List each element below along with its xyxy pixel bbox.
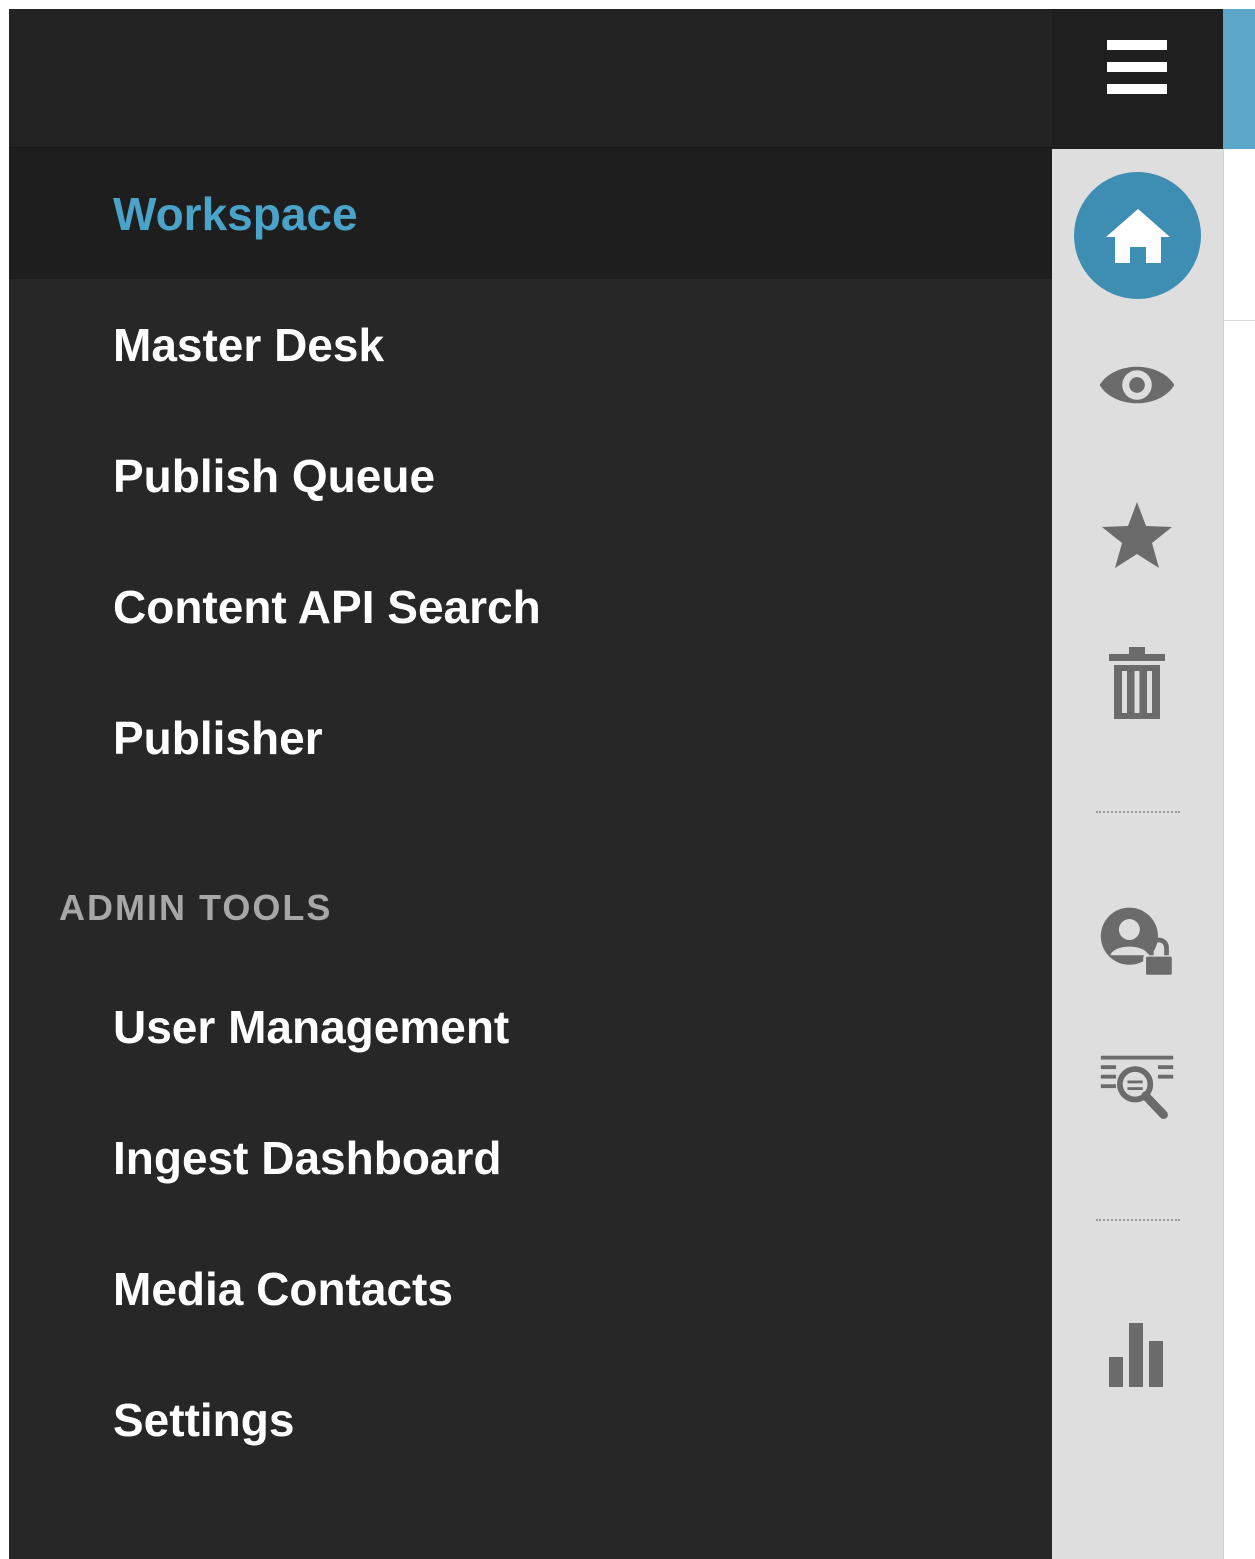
user-lock-icon[interactable]	[1097, 900, 1177, 980]
nav-item-content-api-search[interactable]: Content API Search	[9, 541, 1052, 672]
nav-item-workspace[interactable]: Workspace	[9, 148, 1052, 279]
eye-icon[interactable]	[1097, 345, 1177, 425]
menu-bar	[1107, 62, 1167, 72]
home-icon	[1105, 208, 1170, 263]
nav-item-settings[interactable]: Settings	[9, 1354, 1052, 1485]
nav-item-publisher[interactable]: Publisher	[9, 672, 1052, 803]
rail-divider	[1096, 811, 1180, 813]
search-list-icon[interactable]	[1097, 1050, 1177, 1130]
star-icon[interactable]	[1097, 495, 1177, 575]
nav-item-master-desk[interactable]: Master Desk	[9, 279, 1052, 410]
menu-icon[interactable]	[1107, 40, 1167, 94]
nav-item-user-management[interactable]: User Management	[9, 961, 1052, 1092]
home-button[interactable]	[1074, 172, 1201, 299]
trash-icon[interactable]	[1097, 643, 1177, 723]
drawer-header	[9, 9, 1052, 149]
admin-tools-heading: ADMIN TOOLS	[59, 887, 333, 928]
nav-item-ingest-dashboard[interactable]: Ingest Dashboard	[9, 1092, 1052, 1223]
navigation-drawer: Workspace Master Desk Publish Queue Cont…	[9, 9, 1052, 1559]
app-header-edge	[1223, 9, 1255, 149]
rail-divider	[1096, 1219, 1180, 1221]
nav-item-media-contacts[interactable]: Media Contacts	[9, 1223, 1052, 1354]
menu-bar	[1107, 84, 1167, 94]
menu-bar	[1107, 40, 1167, 50]
app-content-edge	[1223, 149, 1255, 1559]
bar-chart-icon[interactable]	[1097, 1315, 1177, 1395]
content-divider	[1224, 320, 1255, 321]
nav-item-publish-queue[interactable]: Publish Queue	[9, 410, 1052, 541]
